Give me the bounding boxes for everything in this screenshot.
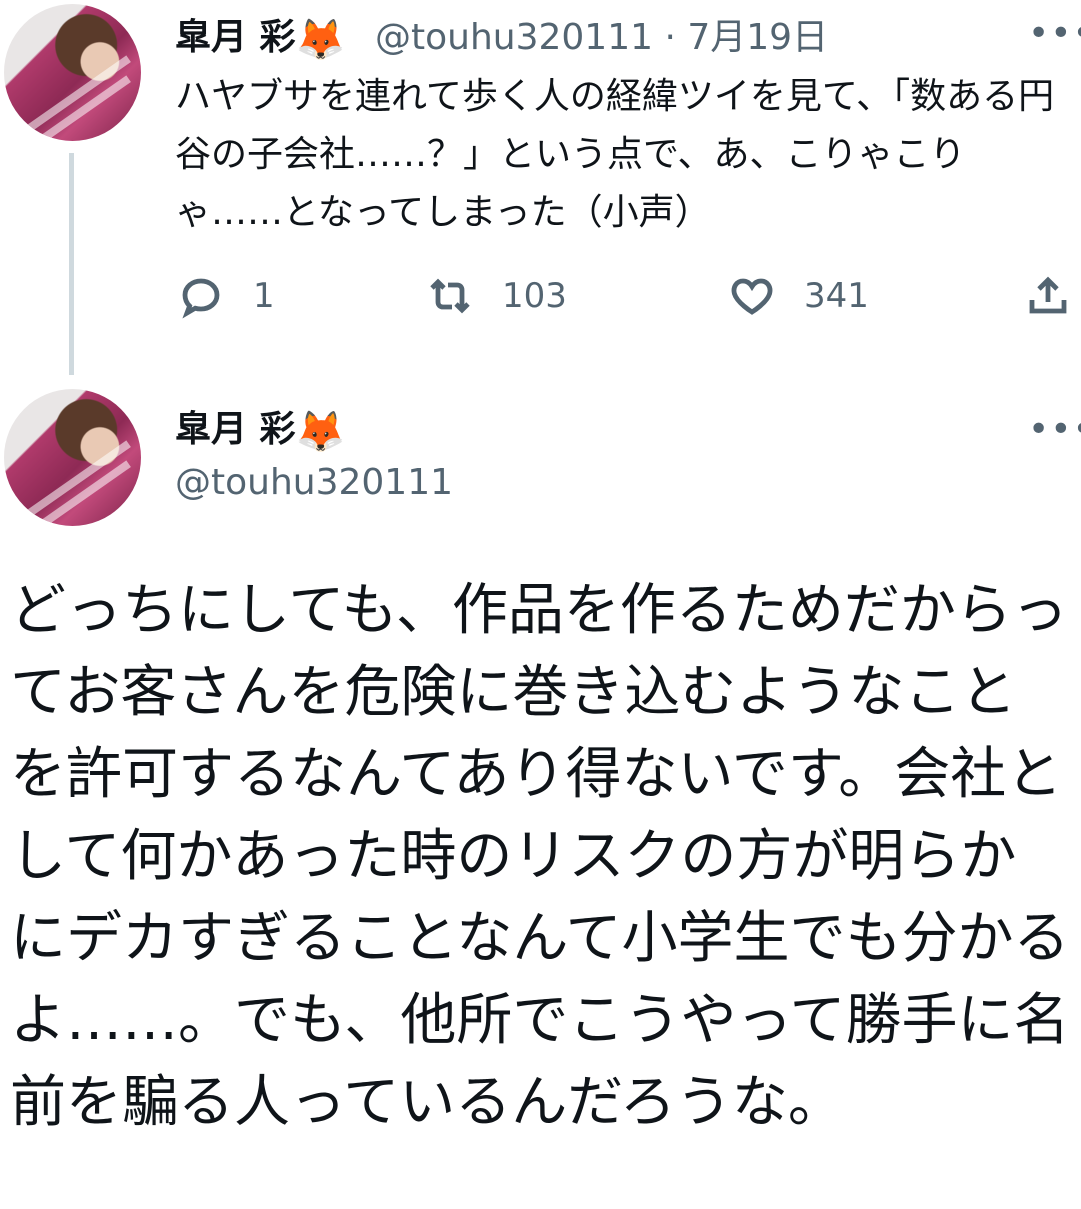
author-name[interactable]: 皐月 彩🦊	[175, 400, 345, 452]
like-count: 341	[804, 276, 869, 316]
author-name[interactable]: 皐月 彩🦊	[175, 8, 345, 60]
retweet-count: 103	[502, 276, 567, 316]
reply-count: 1	[253, 276, 275, 316]
tweet-actions: 1 103 341	[0, 272, 1081, 328]
author-handle[interactable]: @touhu320111 · 7月19日	[375, 8, 828, 60]
more-options-icon[interactable]: •••	[1028, 412, 1081, 448]
fox-emoji-icon: 🦊	[295, 17, 346, 63]
more-options-icon[interactable]: •••	[1028, 16, 1081, 52]
avatar[interactable]	[4, 4, 141, 141]
share-icon	[1029, 276, 1067, 314]
tweet-text: ハヤブサを連れて歩く人の経緯ツイを見て、「数ある円谷の子会社……？」という点で、…	[175, 76, 1055, 233]
heart-icon	[731, 278, 773, 315]
retweet-icon	[430, 278, 470, 314]
reply-icon	[182, 278, 220, 319]
like-button[interactable]: 341	[728, 272, 869, 320]
share-button[interactable]	[1024, 272, 1072, 320]
tweet-thread: 皐月 彩🦊 @touhu320111 · 7月19日 ••• ハヤブサを連れて歩…	[0, 0, 1081, 1209]
thread-connector-line	[69, 153, 74, 375]
tweet-text: どっちにしても、作品を作るためだからってお客さんを危険に巻き込むようなことを許可…	[10, 578, 1070, 1135]
fox-emoji-icon: 🦊	[295, 409, 346, 455]
retweet-button[interactable]: 103	[426, 272, 567, 320]
author-handle[interactable]: @touhu320111	[175, 462, 453, 503]
reply-button[interactable]: 1	[177, 272, 275, 320]
tweet-date[interactable]: · 7月19日	[664, 17, 828, 58]
avatar[interactable]	[4, 389, 141, 526]
